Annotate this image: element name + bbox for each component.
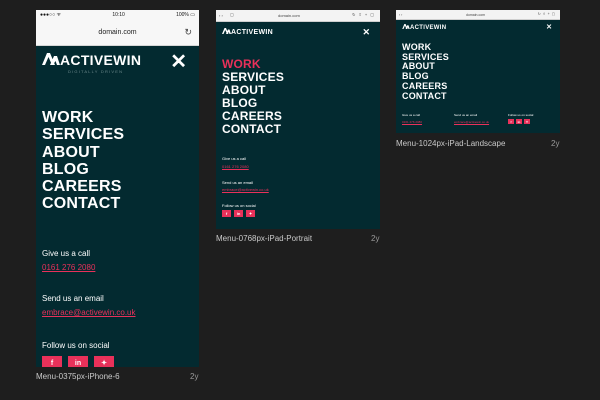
close-icon[interactable]: ✕ — [546, 24, 552, 31]
main-menu: WORK SERVICES ABOUT BLOG CAREERS CONTACT — [222, 58, 284, 136]
main-menu: WORK SERVICES ABOUT BLOG CAREERS CONTACT — [42, 109, 124, 213]
artboard-age-ipad-landscape: 2y — [551, 139, 560, 148]
phone-link[interactable]: 0161 276 2080 — [402, 120, 422, 124]
artboard-age-iphone: 2y — [190, 372, 199, 381]
social-label: Follow us on social — [222, 203, 256, 208]
artboard-title-ipad-landscape[interactable]: Menu-1024px-iPad-Landscape — [396, 139, 505, 148]
logo-mark-icon — [42, 52, 60, 68]
facebook-icon[interactable]: f — [42, 356, 62, 367]
artboard-ipad-landscape[interactable]: ‹ › domain.com ↻⇧+▢ ACTIVEWIN ✕ WORK SER… — [396, 10, 560, 133]
menu-item-careers[interactable]: CAREERS — [222, 109, 284, 123]
reload-icon[interactable]: ↻ — [184, 27, 192, 38]
back-icon[interactable]: ‹ › — [399, 13, 402, 17]
url-text: domain.com — [466, 13, 486, 17]
email-label: Send us an email — [222, 180, 253, 185]
brand-name: ACTIVEWIN — [231, 28, 273, 36]
email-link[interactable]: embrace@activewin.co.uk — [222, 187, 269, 192]
brand-logo[interactable]: ACTIVEWIN — [222, 28, 273, 36]
url-text: domain.com — [278, 13, 300, 18]
main-menu: WORK SERVICES ABOUT BLOG CAREERS CONTACT — [402, 42, 449, 102]
contact-email-column: Send us an email embrace@activewin.co.uk — [454, 113, 489, 124]
logo-mark-icon — [222, 28, 231, 36]
contact-social-column: Follow us on social f in ✦ — [508, 113, 533, 124]
address-bar[interactable]: domain.com ↻ — [36, 20, 199, 46]
brand-tagline: DIGITALLY DRIVEN — [68, 69, 124, 74]
email-link[interactable]: embrace@activewin.co.uk — [42, 308, 136, 317]
menu-item-work[interactable]: WORK — [42, 109, 124, 126]
status-time: 10:10 — [112, 12, 125, 18]
social-links: f in ✦ — [222, 210, 255, 217]
back-icon[interactable]: ‹ › — [219, 13, 223, 18]
artboard-age-ipad-portrait: 2y — [371, 234, 380, 243]
menu-item-blog[interactable]: BLOG — [42, 161, 124, 178]
battery-indicator: 100% ▭ — [176, 12, 195, 18]
twitter-icon[interactable]: ✦ — [94, 356, 114, 367]
menu-item-about[interactable]: ABOUT — [42, 144, 124, 161]
phone-link[interactable]: 0161 276 2080 — [42, 263, 95, 272]
linkedin-icon[interactable]: in — [68, 356, 88, 367]
brand-logo[interactable]: ACTIVEWIN — [42, 52, 141, 68]
close-icon[interactable]: ✕ — [170, 52, 187, 72]
close-icon[interactable]: ✕ — [362, 28, 370, 37]
menu-item-services[interactable]: SERVICES — [222, 70, 284, 84]
twitter-icon[interactable]: ✦ — [524, 119, 530, 124]
linkedin-icon[interactable]: in — [516, 119, 522, 124]
menu-item-contact[interactable]: CONTACT — [222, 122, 284, 136]
social-label: Follow us on social — [42, 341, 110, 350]
social-links: f in ✦ — [42, 356, 114, 367]
menu-item-careers[interactable]: CAREERS — [42, 178, 124, 195]
call-label: Give us a call — [222, 156, 247, 161]
signal-icon: ●●●○○ ᯤ — [40, 12, 62, 18]
contact-call-column: Give us a call 0161 276 2080 — [402, 113, 422, 124]
toolbar-icons[interactable]: ↻⇧+▢ — [352, 12, 377, 17]
facebook-icon[interactable]: f — [222, 210, 231, 217]
menu-item-work[interactable]: WORK — [222, 58, 284, 71]
phone-link[interactable]: 0161 276 2080 — [222, 164, 249, 169]
toolbar-icons[interactable]: ↻⇧+▢ — [538, 12, 557, 16]
twitter-icon[interactable]: ✦ — [246, 210, 255, 217]
url-text: domain.com — [98, 29, 137, 36]
email-link[interactable]: embrace@activewin.co.uk — [454, 120, 489, 124]
menu-item-blog[interactable]: BLOG — [222, 96, 284, 110]
menu-item-contact[interactable]: CONTACT — [42, 195, 124, 212]
social-links: f in ✦ — [508, 119, 533, 124]
menu-item-services[interactable]: SERVICES — [42, 126, 124, 143]
artboard-ipad-portrait[interactable]: ‹ › ▢ domain.com ↻⇧+▢ ACTIVEWIN ✕ WORK S… — [216, 10, 380, 229]
browser-toolbar: ‹ › ▢ domain.com ↻⇧+▢ — [216, 10, 380, 22]
brand-name: ACTIVEWIN — [60, 52, 142, 68]
status-bar: ●●●○○ ᯤ 10:10 100% ▭ — [36, 10, 199, 20]
email-label: Send us an email — [42, 294, 104, 303]
email-label: Send us an email — [454, 113, 478, 117]
menu-item-contact[interactable]: CONTACT — [402, 91, 449, 102]
bookmarks-icon[interactable]: ▢ — [230, 12, 234, 17]
call-label: Give us a call — [402, 113, 421, 117]
brand-logo[interactable]: ACTIVEWIN — [402, 24, 446, 31]
social-label: Follow us on social — [508, 113, 534, 117]
facebook-icon[interactable]: f — [508, 119, 514, 124]
linkedin-icon[interactable]: in — [234, 210, 243, 217]
logo-mark-icon — [402, 24, 410, 31]
artboard-iphone[interactable]: ●●●○○ ᯤ 10:10 100% ▭ domain.com ↻ ACTIVE… — [36, 10, 199, 367]
brand-name: ACTIVEWIN — [410, 24, 447, 31]
call-label: Give us a call — [42, 249, 91, 258]
artboard-title-iphone[interactable]: Menu-0375px-iPhone-6 — [36, 372, 120, 381]
menu-item-about[interactable]: ABOUT — [222, 83, 284, 97]
artboard-title-ipad-portrait[interactable]: Menu-0768px-iPad-Portrait — [216, 234, 312, 243]
browser-toolbar: ‹ › domain.com ↻⇧+▢ — [396, 10, 560, 20]
